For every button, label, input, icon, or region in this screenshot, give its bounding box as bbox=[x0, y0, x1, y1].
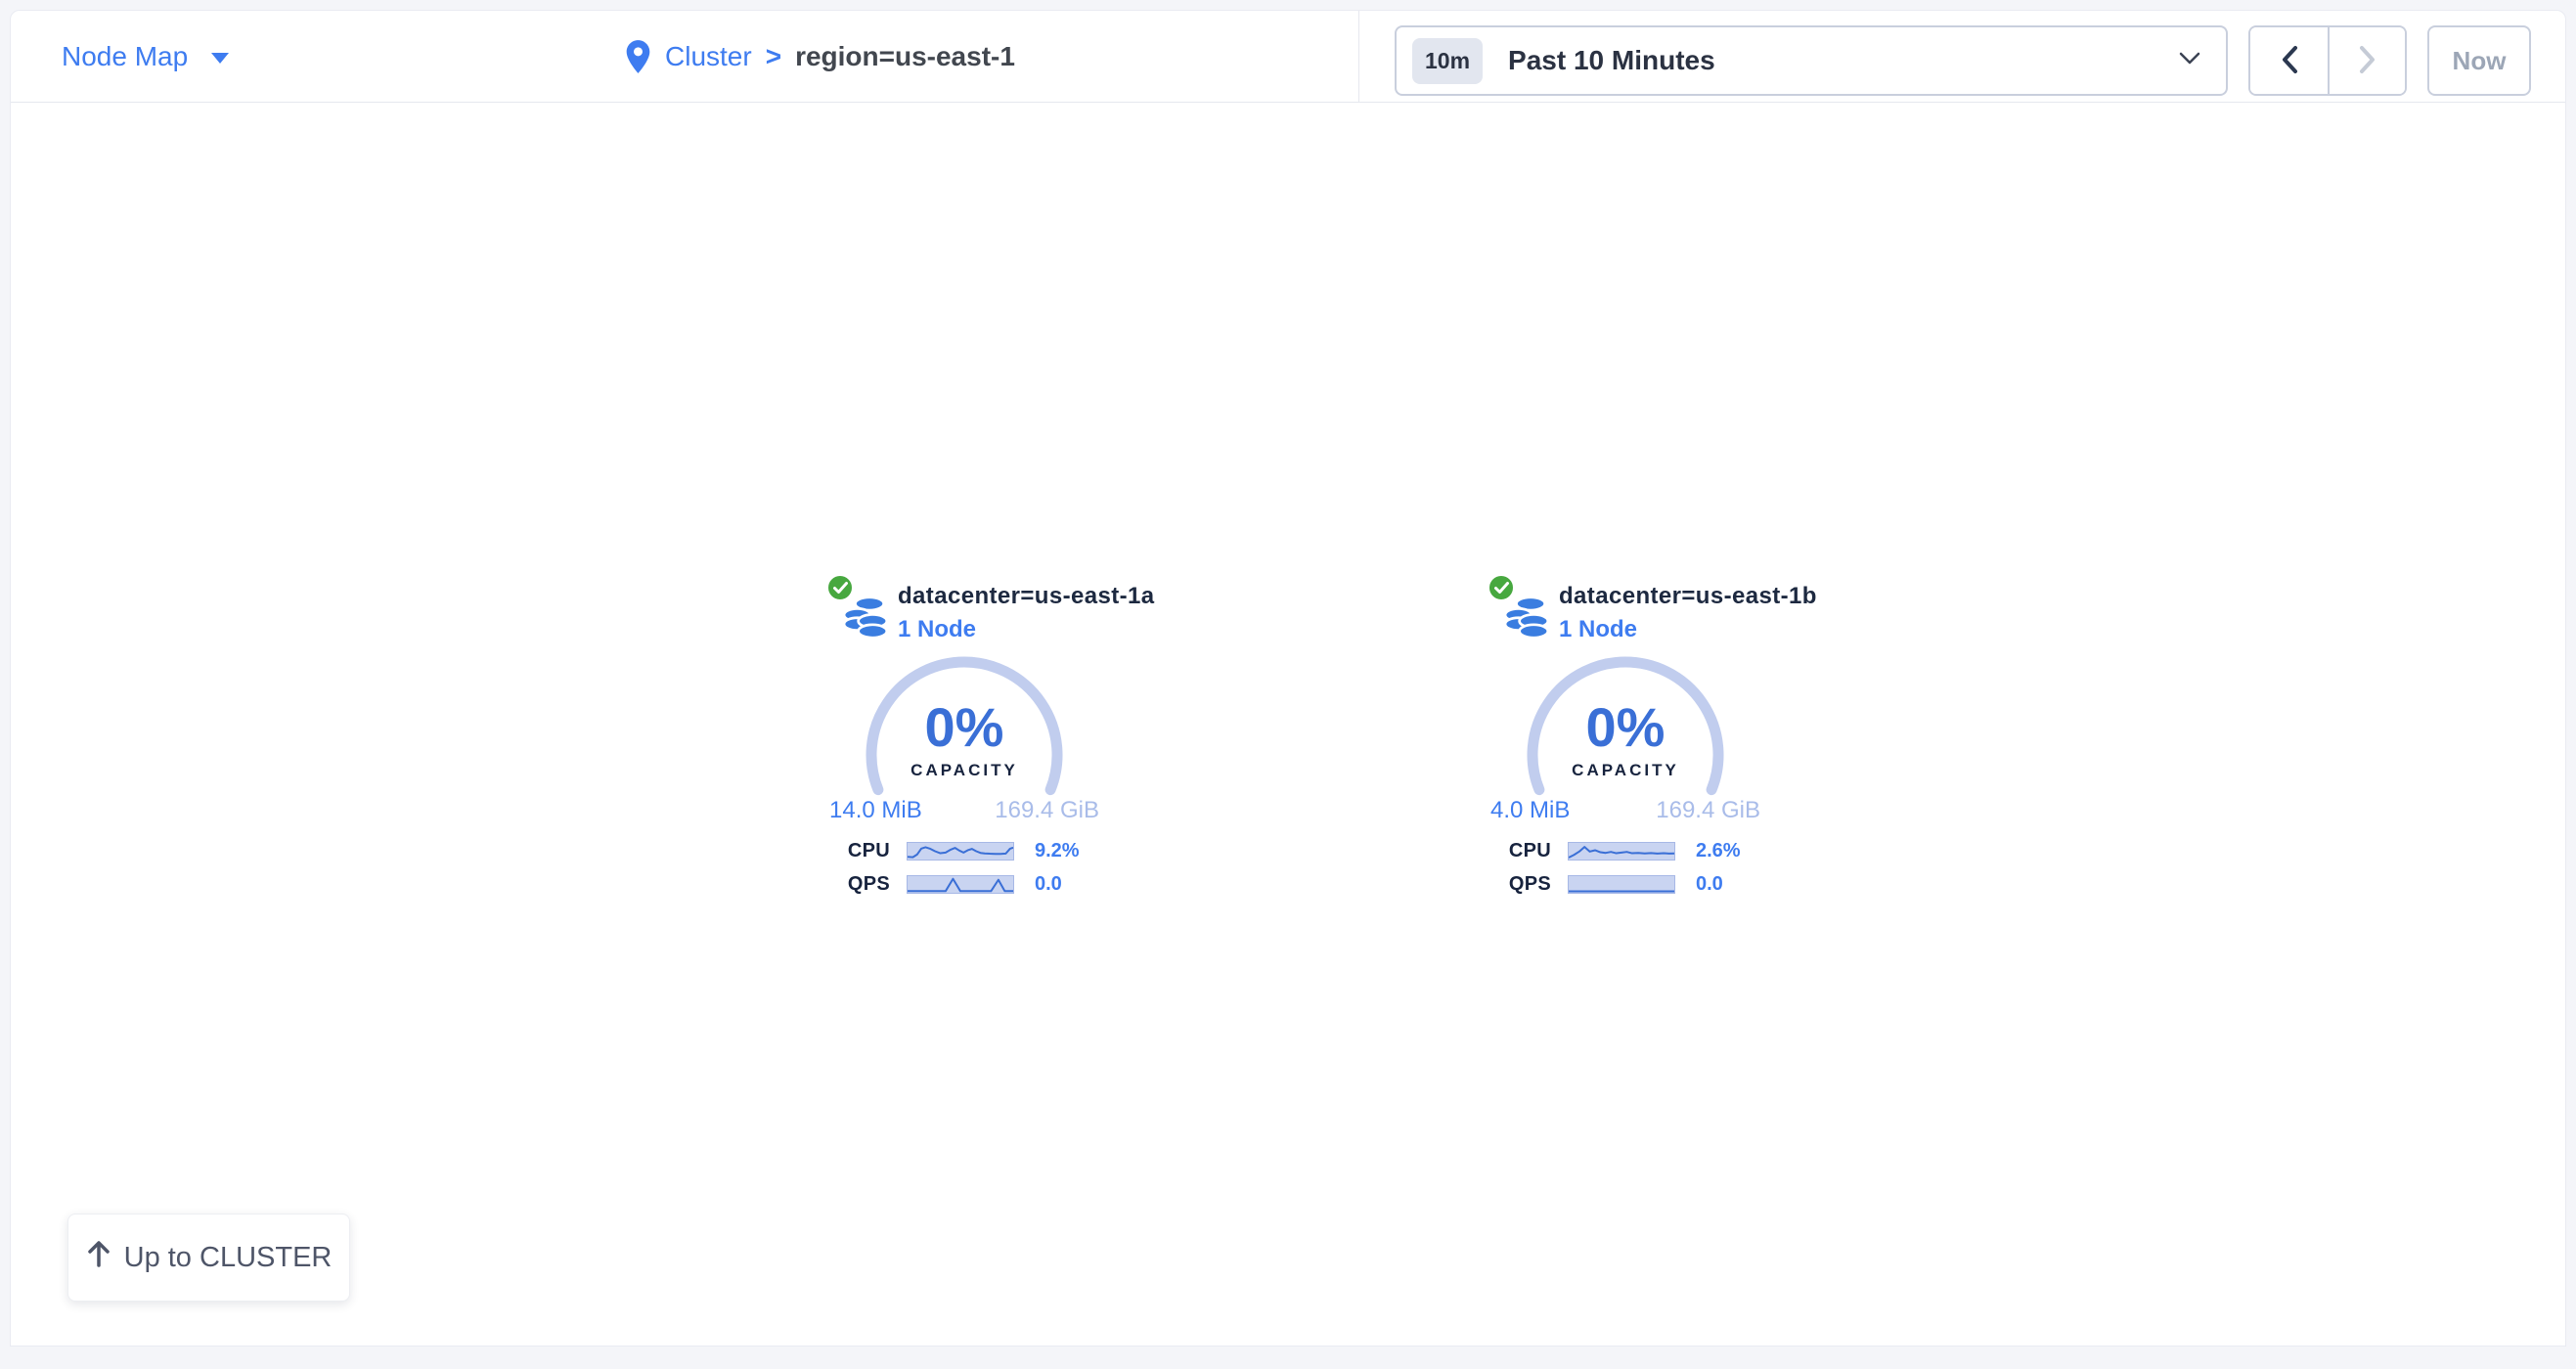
capacity-gauge: 0% CAPACITY 14.0 MiB 169.4 GiB bbox=[862, 654, 1067, 830]
stat-row: QPS 0.0 bbox=[1496, 873, 1762, 896]
locality-card-header[interactable]: datacenter=us-east-1a 1 Node bbox=[827, 573, 1101, 643]
time-now-button[interactable]: Now bbox=[2427, 25, 2531, 96]
stat-row: QPS 0.0 bbox=[835, 873, 1101, 896]
capacity-total: 169.4 GiB bbox=[1656, 797, 1760, 824]
caret-down-icon bbox=[211, 53, 229, 64]
up-to-cluster-label: Up to CLUSTER bbox=[124, 1242, 333, 1274]
chevron-left-icon bbox=[2280, 45, 2299, 77]
stat-value: 2.6% bbox=[1696, 840, 1741, 862]
capacity-used: 4.0 MiB bbox=[1490, 797, 1570, 824]
stat-row: CPU 2.6% bbox=[1496, 840, 1762, 862]
database-stack-icon bbox=[1504, 595, 1553, 648]
locality-stats: CPU 2.6% QPS 0.0 bbox=[1488, 840, 1762, 896]
header-divider bbox=[1358, 11, 1359, 102]
time-range-select[interactable]: 10m Past 10 Minutes bbox=[1395, 25, 2228, 96]
capacity-caption: CAPACITY bbox=[1523, 761, 1728, 780]
capacity-values: 4.0 MiB 169.4 GiB bbox=[1490, 797, 1760, 824]
view-selector-label: Node Map bbox=[62, 41, 188, 72]
stat-value: 0.0 bbox=[1035, 873, 1062, 896]
chevron-down-icon bbox=[2179, 52, 2200, 70]
sparkline-chart bbox=[1568, 875, 1675, 894]
breadcrumb-current: region=us-east-1 bbox=[795, 41, 1015, 72]
capacity-gauge: 0% CAPACITY 4.0 MiB 169.4 GiB bbox=[1523, 654, 1728, 830]
locality-node-count: 1 Node bbox=[898, 616, 1155, 643]
breadcrumb-cluster-link[interactable]: Cluster bbox=[665, 41, 752, 72]
capacity-values: 14.0 MiB 169.4 GiB bbox=[829, 797, 1099, 824]
stat-label: CPU bbox=[835, 840, 890, 862]
view-selector[interactable]: Node Map bbox=[62, 11, 229, 102]
stat-row: CPU 9.2% bbox=[835, 840, 1101, 862]
content-panel: Node Map Cluster > region=us-east-1 10m … bbox=[10, 10, 2566, 1347]
sparkline-chart bbox=[907, 842, 1014, 861]
locality-card[interactable]: datacenter=us-east-1b 1 Node 0% CAPACITY… bbox=[1488, 573, 1762, 896]
arrow-up-icon bbox=[86, 1240, 111, 1275]
sparkline-chart bbox=[1568, 842, 1675, 861]
check-circle-icon bbox=[1487, 573, 1516, 602]
breadcrumb: Cluster > region=us-east-1 bbox=[625, 11, 1015, 102]
locality-stats: CPU 9.2% QPS 0.0 bbox=[827, 840, 1101, 896]
capacity-total: 169.4 GiB bbox=[995, 797, 1099, 824]
locality-titles: datacenter=us-east-1a 1 Node bbox=[898, 583, 1155, 643]
stat-label: QPS bbox=[1496, 873, 1551, 896]
up-to-cluster-button[interactable]: Up to CLUSTER bbox=[67, 1214, 350, 1302]
database-stack-icon bbox=[843, 595, 892, 648]
locality-title: datacenter=us-east-1a bbox=[898, 583, 1155, 610]
capacity-percent: 0% bbox=[862, 695, 1067, 759]
stat-label: CPU bbox=[1496, 840, 1551, 862]
sparkline-chart bbox=[907, 875, 1014, 894]
capacity-caption: CAPACITY bbox=[862, 761, 1067, 780]
locality-card[interactable]: datacenter=us-east-1a 1 Node 0% CAPACITY… bbox=[827, 573, 1101, 896]
stat-value: 0.0 bbox=[1696, 873, 1723, 896]
locality-title: datacenter=us-east-1b bbox=[1559, 583, 1817, 610]
breadcrumb-separator: > bbox=[766, 41, 781, 72]
time-pager bbox=[2248, 25, 2407, 96]
check-circle-icon bbox=[825, 573, 855, 602]
locality-card-header[interactable]: datacenter=us-east-1b 1 Node bbox=[1488, 573, 1762, 643]
stat-label: QPS bbox=[835, 873, 890, 896]
time-prev-button[interactable] bbox=[2250, 27, 2328, 94]
time-next-button[interactable] bbox=[2328, 27, 2405, 94]
header-bar: Node Map Cluster > region=us-east-1 10m … bbox=[11, 11, 2565, 103]
time-range-badge: 10m bbox=[1412, 38, 1483, 84]
capacity-used: 14.0 MiB bbox=[829, 797, 922, 824]
locality-titles: datacenter=us-east-1b 1 Node bbox=[1559, 583, 1817, 643]
capacity-percent: 0% bbox=[1523, 695, 1728, 759]
chevron-right-icon bbox=[2358, 45, 2377, 77]
stat-value: 9.2% bbox=[1035, 840, 1080, 862]
location-pin-icon bbox=[625, 39, 651, 74]
time-range-label: Past 10 Minutes bbox=[1508, 45, 2179, 76]
locality-node-count: 1 Node bbox=[1559, 616, 1817, 643]
